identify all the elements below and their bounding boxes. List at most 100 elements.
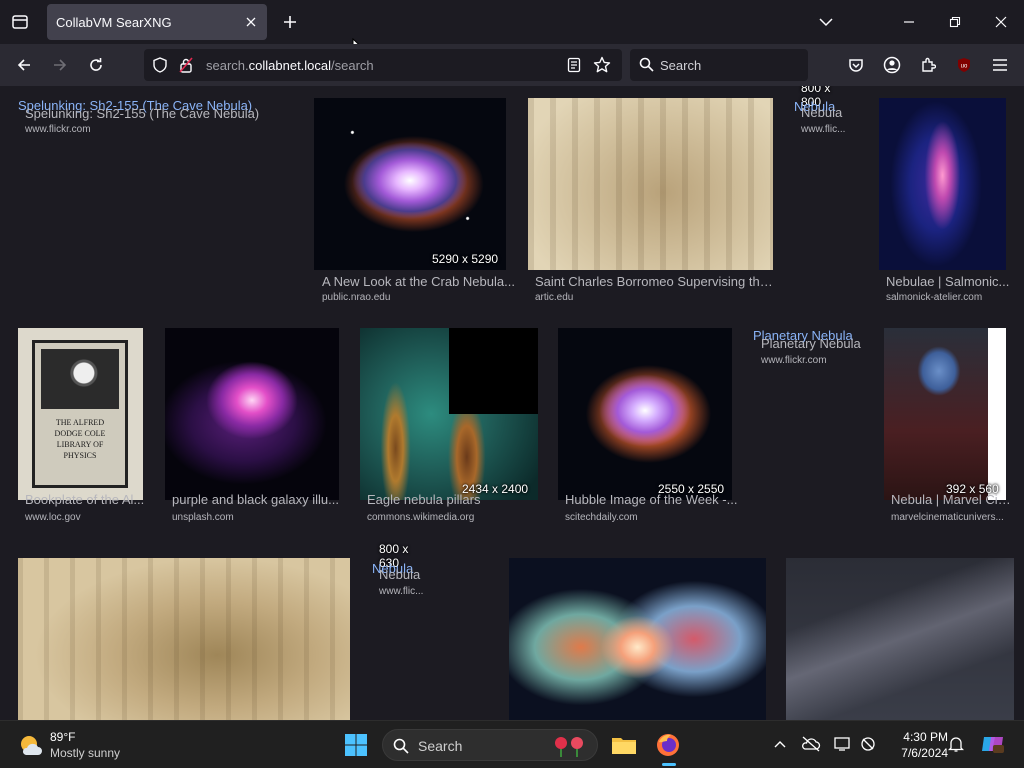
system-clock[interactable]: 4:30 PM 7/6/2024 bbox=[884, 729, 948, 761]
minimize-icon bbox=[904, 21, 914, 23]
salmonick-nebula-image[interactable] bbox=[879, 98, 1006, 270]
purple-galaxy-image[interactable] bbox=[165, 328, 339, 500]
saint-charles-image[interactable] bbox=[528, 98, 773, 270]
forward-button[interactable] bbox=[45, 50, 75, 80]
marvel-nebula-image[interactable] bbox=[884, 328, 1006, 500]
milky-way-image[interactable] bbox=[786, 558, 1014, 720]
result-title: Spelunking: Sh2-155 (The Cave Nebula) bbox=[25, 106, 260, 121]
result-source: salmonick-atelier.com bbox=[886, 292, 983, 303]
eagle-nebula-image[interactable] bbox=[360, 328, 538, 500]
restore-icon bbox=[949, 16, 961, 28]
display-icon bbox=[834, 737, 850, 751]
star-icon[interactable] bbox=[593, 56, 611, 74]
pocket-button[interactable] bbox=[841, 50, 871, 80]
taskbar-search[interactable]: Search bbox=[382, 729, 598, 761]
notifications-button[interactable] bbox=[945, 733, 967, 755]
result-title: Eagle nebula pillars bbox=[367, 492, 481, 507]
tab-list-icon bbox=[12, 15, 28, 29]
firefox-taskbar-button[interactable] bbox=[650, 727, 686, 766]
result-source: www.loc.gov bbox=[25, 512, 81, 523]
result-bookplate[interactable]: THE ALFRED DODGE COLE LIBRARY OF PHYSICS… bbox=[18, 328, 148, 528]
result-marvel-nebula[interactable]: 392 x 560 Nebula | Marvel Cin... marvelc… bbox=[884, 328, 1014, 528]
result-title: Nebula bbox=[801, 105, 843, 120]
result-crab-nebula[interactable]: 5290 x 5290 A New Look at the Crab Nebul… bbox=[314, 98, 515, 303]
result-source: www.flic... bbox=[801, 124, 846, 135]
crab-nebula-image[interactable] bbox=[314, 98, 506, 270]
list-all-tabs-button[interactable] bbox=[806, 4, 846, 40]
bookplate-illustration bbox=[41, 349, 119, 409]
search-icon bbox=[393, 738, 409, 754]
search-icon bbox=[639, 57, 654, 72]
minimize-button[interactable] bbox=[889, 4, 929, 40]
result-source: public.nrao.edu bbox=[322, 292, 391, 303]
result-salmonick[interactable]: Nebulae | Salmonic... salmonick-atelier.… bbox=[879, 98, 1014, 303]
result-monks-drawing[interactable] bbox=[18, 558, 350, 720]
result-source: www.flickr.com bbox=[25, 124, 91, 135]
weather-temperature: 89°F bbox=[50, 730, 76, 744]
windows-start-icon bbox=[345, 734, 367, 756]
account-button[interactable] bbox=[877, 50, 907, 80]
file-explorer-button[interactable] bbox=[606, 727, 642, 763]
tab-title: CollabVM SearXNG bbox=[56, 15, 172, 30]
tab-close-button[interactable] bbox=[241, 12, 261, 32]
shield-icon[interactable] bbox=[152, 57, 168, 73]
clock-date: 7/6/2024 bbox=[901, 746, 948, 760]
result-saint-charles[interactable]: Saint Charles Borromeo Supervising the..… bbox=[528, 98, 778, 303]
search-bar-placeholder: Search bbox=[660, 58, 702, 73]
hubble-crab-image[interactable] bbox=[558, 328, 732, 500]
bookplate-image[interactable]: THE ALFRED DODGE COLE LIBRARY OF PHYSICS bbox=[18, 328, 143, 500]
result-title: Hubble Image of the Week -... bbox=[565, 492, 738, 507]
result-cave-nebula[interactable]: Spelunking: Sh2-155 (The Cave Nebula) Sp… bbox=[18, 96, 298, 136]
network-icon bbox=[861, 737, 875, 751]
result-eagle-nebula[interactable]: 2434 x 2400 Eagle nebula pillars commons… bbox=[360, 328, 545, 528]
extensions-button[interactable] bbox=[913, 50, 943, 80]
result-butterfly-nebula[interactable] bbox=[509, 558, 766, 720]
result-purple-galaxy[interactable]: purple and black galaxy illu... unsplash… bbox=[165, 328, 345, 528]
onedrive-tray-button[interactable] bbox=[800, 733, 822, 755]
result-nebula-flickr-2[interactable]: 800 x 630 Nebula Nebula www.flic... bbox=[372, 538, 444, 598]
display-tray-button[interactable] bbox=[832, 733, 854, 755]
active-app-indicator bbox=[662, 763, 676, 766]
start-button[interactable] bbox=[338, 727, 374, 763]
lock-icon[interactable] bbox=[179, 57, 193, 73]
url-bar[interactable]: search.collabnet.local/search bbox=[144, 49, 622, 81]
weather-widget[interactable]: 89°F Mostly sunny bbox=[18, 729, 148, 763]
ublock-icon: uo bbox=[958, 58, 970, 72]
tab-list-button[interactable] bbox=[6, 8, 34, 36]
result-source: commons.wikimedia.org bbox=[367, 512, 475, 523]
network-tray-button[interactable] bbox=[857, 733, 879, 755]
result-milky-way[interactable] bbox=[786, 558, 1014, 720]
new-tab-button[interactable] bbox=[278, 8, 302, 36]
monks-drawing-image[interactable] bbox=[18, 558, 350, 720]
reader-view-icon[interactable] bbox=[567, 57, 581, 73]
copilot-button[interactable] bbox=[980, 733, 1006, 755]
cloud-off-icon bbox=[802, 736, 821, 752]
forward-icon bbox=[54, 59, 67, 71]
sun-cloud-icon bbox=[21, 736, 42, 755]
taskbar-search-placeholder: Search bbox=[418, 738, 463, 754]
butterfly-nebula-image[interactable] bbox=[509, 558, 766, 720]
ublock-button[interactable]: uo bbox=[949, 50, 979, 80]
firefox-icon bbox=[657, 734, 679, 756]
roses-icon bbox=[555, 737, 583, 757]
result-title: Bookplate of the Al... bbox=[25, 492, 145, 507]
active-tab[interactable]: CollabVM SearXNG bbox=[47, 4, 267, 40]
search-bar[interactable]: Search bbox=[630, 49, 808, 81]
windows-taskbar: 89°F Mostly sunny Search 4:30 PM 7/6/202… bbox=[0, 720, 1024, 768]
tab-strip: CollabVM SearXNG bbox=[0, 0, 1024, 56]
url-domain: collabnet.local bbox=[248, 58, 332, 73]
image-results: Spelunking: Sh2-155 (The Cave Nebula) Sp… bbox=[0, 86, 1024, 720]
result-title: Planetary Nebula bbox=[761, 336, 861, 351]
result-hubble[interactable]: 2550 x 2550 Hubble Image of the Week -..… bbox=[558, 328, 740, 528]
pocket-icon bbox=[849, 59, 863, 72]
result-nebula-flickr[interactable]: 800 x 800 Nebula Nebula www.flic... bbox=[794, 86, 866, 138]
result-planetary-nebula[interactable]: Planetary Nebula Planetary Nebula www.fl… bbox=[753, 328, 868, 370]
close-window-button[interactable] bbox=[981, 4, 1021, 40]
reload-button[interactable] bbox=[81, 50, 111, 80]
bookplate-text: THE ALFRED DODGE COLE LIBRARY OF PHYSICS bbox=[54, 418, 106, 460]
show-hidden-icons-button[interactable] bbox=[769, 733, 791, 755]
back-button[interactable] bbox=[9, 50, 39, 80]
restore-button[interactable] bbox=[935, 4, 975, 40]
menu-button[interactable] bbox=[985, 50, 1015, 80]
clock-time: 4:30 PM bbox=[903, 730, 948, 744]
